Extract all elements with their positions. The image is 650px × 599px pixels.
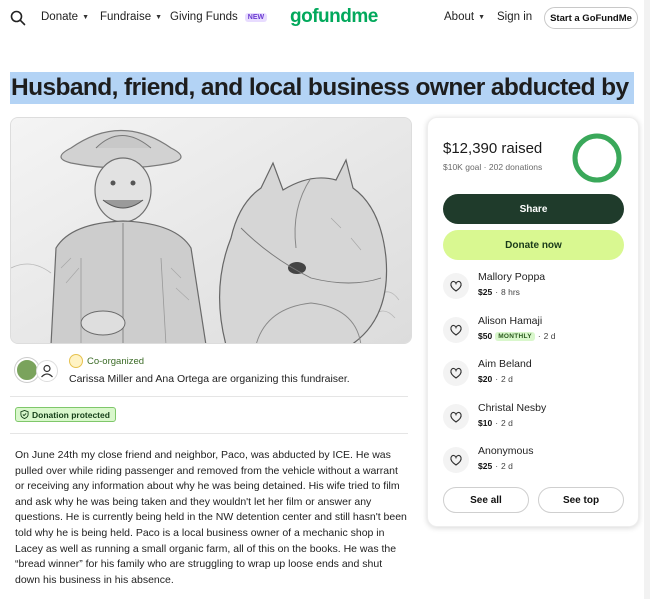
donor-item: Christal Nesby $10 · 2 d xyxy=(443,402,628,438)
donor-item: Anonymous $25 · 2 d xyxy=(443,445,628,481)
site-header: Donate ▼ Fundraise ▼ Giving Funds NEW go… xyxy=(0,0,650,36)
donation-count: 202 donations xyxy=(488,162,543,172)
nav-about[interactable]: About ▼ xyxy=(444,11,485,23)
donor-item: Alison Hamaji $50 MONTHLY · 2 d xyxy=(443,315,628,351)
campaign-story: On June 24th my close friend and neighbo… xyxy=(15,449,407,586)
dot-separator: · xyxy=(495,374,499,384)
dot-separator: · xyxy=(537,331,541,341)
donor-name: Anonymous xyxy=(478,445,534,457)
donor-amount: $25 xyxy=(478,287,493,297)
heart-hand-icon xyxy=(443,360,469,386)
see-all-button[interactable]: See all xyxy=(443,487,529,513)
donor-meta: $25 · 2 d xyxy=(478,461,513,471)
nav-giving-funds-label: Giving Funds xyxy=(170,11,238,23)
donor-name: Christal Nesby xyxy=(478,402,547,414)
divider xyxy=(10,433,408,434)
see-top-button[interactable]: See top xyxy=(538,487,624,513)
donor-time: 2 d xyxy=(543,331,556,341)
donor-time: 2 d xyxy=(501,461,513,471)
goal-info: $10K goal · 202 donations xyxy=(443,162,542,172)
nav-fundraise-label: Fundraise xyxy=(100,11,152,23)
donation-protected-label: Donation protected xyxy=(32,409,110,420)
divider xyxy=(10,396,408,397)
donor-amount: $50 xyxy=(478,331,493,341)
donation-card: $12,390 raised $10K goal · 202 donations… xyxy=(427,117,639,527)
donate-now-button[interactable]: Donate now xyxy=(443,230,624,260)
shield-icon xyxy=(20,410,29,419)
donor-time: 2 d xyxy=(501,374,513,384)
donation-protected-badge[interactable]: Donation protected xyxy=(15,407,116,422)
organizer-text: Carissa Miller and Ana Ortega are organi… xyxy=(69,373,350,385)
raised-amount: $12,390 raised xyxy=(443,140,542,157)
raised-value: $12,390 xyxy=(443,140,498,157)
caret-down-icon: ▼ xyxy=(155,13,163,21)
new-badge: NEW xyxy=(244,12,268,22)
donor-amount: $10 xyxy=(478,418,493,428)
heart-hand-icon xyxy=(443,273,469,299)
heart-hand-icon xyxy=(443,447,469,473)
nav-donate-label: Donate xyxy=(41,11,79,23)
campaign-image[interactable] xyxy=(10,117,412,344)
dot-separator: · xyxy=(495,461,499,471)
donor-name: Alison Hamaji xyxy=(478,315,543,327)
sketch-illustration xyxy=(11,118,411,343)
page-title: Husband, friend, and local business owne… xyxy=(10,72,634,104)
nav-fundraise[interactable]: Fundraise ▼ xyxy=(100,11,162,23)
progress-ring xyxy=(572,133,622,183)
search-icon[interactable] xyxy=(10,10,26,26)
caret-down-icon: ▼ xyxy=(82,13,90,21)
share-button[interactable]: Share xyxy=(443,194,624,224)
goal-amount: $10K goal xyxy=(443,162,482,172)
heart-hand-icon xyxy=(443,317,469,343)
page-scrollbar[interactable] xyxy=(644,0,650,599)
raised-word: raised xyxy=(501,140,543,157)
nav-about-label: About xyxy=(444,11,475,23)
dot-separator: · xyxy=(495,287,499,297)
dot-separator: · xyxy=(495,418,499,428)
donor-item: Mallory Poppa $25 · 8 hrs xyxy=(443,271,628,307)
donor-amount: $20 xyxy=(478,374,493,384)
donor-item: Aim Beland $20 · 2 d xyxy=(443,358,628,394)
caret-down-icon: ▼ xyxy=(478,13,485,21)
heart-hand-icon xyxy=(443,404,469,430)
monthly-badge: MONTHLY xyxy=(495,331,535,341)
donor-meta: $10 · 2 d xyxy=(478,418,513,428)
nav-donate[interactable]: Donate ▼ xyxy=(41,11,89,23)
gofundme-logo[interactable]: gofundme xyxy=(290,6,378,28)
donor-time: 2 d xyxy=(501,418,513,428)
donor-meta: $20 · 2 d xyxy=(478,374,513,384)
donor-meta: $50 MONTHLY · 2 d xyxy=(478,331,556,341)
coorganized-label: Co-organized xyxy=(87,356,145,367)
donor-meta: $25 · 8 hrs xyxy=(478,287,520,297)
donor-amount: $25 xyxy=(478,461,493,471)
start-gofundme-button[interactable]: Start a GoFundMe xyxy=(544,7,638,29)
user-icon[interactable] xyxy=(36,360,58,382)
donor-name: Aim Beland xyxy=(478,358,532,370)
coorganizer-icon xyxy=(69,354,83,368)
nav-sign-in-label: Sign in xyxy=(497,11,533,23)
donor-time: 8 hrs xyxy=(501,287,520,297)
donor-name: Mallory Poppa xyxy=(478,271,546,283)
nav-sign-in[interactable]: Sign in xyxy=(497,11,532,23)
nav-giving-funds[interactable]: Giving Funds NEW xyxy=(170,11,268,23)
